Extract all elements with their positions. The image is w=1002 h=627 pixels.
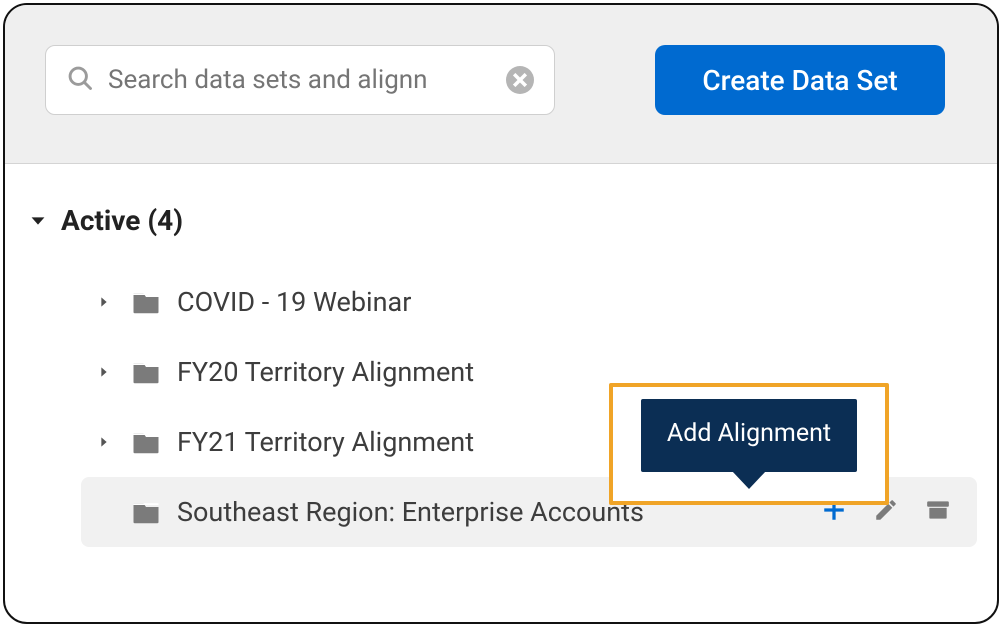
folder-icon [131,359,161,385]
data-set-row[interactable]: COVID - 19 Webinar [81,267,977,337]
data-set-tree: COVID - 19 Webinar FY20 Territory Alignm… [81,267,977,547]
archive-icon[interactable] [925,497,951,527]
edit-icon[interactable] [873,497,899,527]
data-set-label: FY21 Territory Alignment [177,426,965,458]
data-set-label: FY20 Territory Alignment [177,356,965,388]
data-set-label: Southeast Region: Enterprise Accounts [177,496,805,528]
row-actions [821,497,965,527]
data-set-row[interactable]: Southeast Region: Enterprise Accounts [81,477,977,547]
data-set-row[interactable]: FY21 Territory Alignment [81,407,977,477]
chevron-down-icon [27,210,49,232]
app-frame: Create Data Set Active (4) COVID - 19 We… [3,3,999,624]
section-title: Active (4) [61,204,183,237]
add-alignment-icon[interactable] [821,497,847,527]
search-icon [66,64,94,96]
section-active-header[interactable]: Active (4) [25,198,977,251]
chevron-right-icon[interactable] [93,294,115,310]
folder-icon [131,499,161,525]
create-data-set-button[interactable]: Create Data Set [655,45,945,115]
chevron-right-icon[interactable] [93,434,115,450]
clear-search-icon[interactable] [506,66,534,94]
content-area: Active (4) COVID - 19 Webinar FY20 Terri… [5,164,997,547]
data-set-row[interactable]: FY20 Territory Alignment [81,337,977,407]
search-field[interactable] [45,45,555,115]
folder-icon [131,289,161,315]
data-set-label: COVID - 19 Webinar [177,286,965,318]
search-input[interactable] [94,65,506,95]
toolbar: Create Data Set [5,5,997,164]
folder-icon [131,429,161,455]
chevron-right-icon[interactable] [93,364,115,380]
